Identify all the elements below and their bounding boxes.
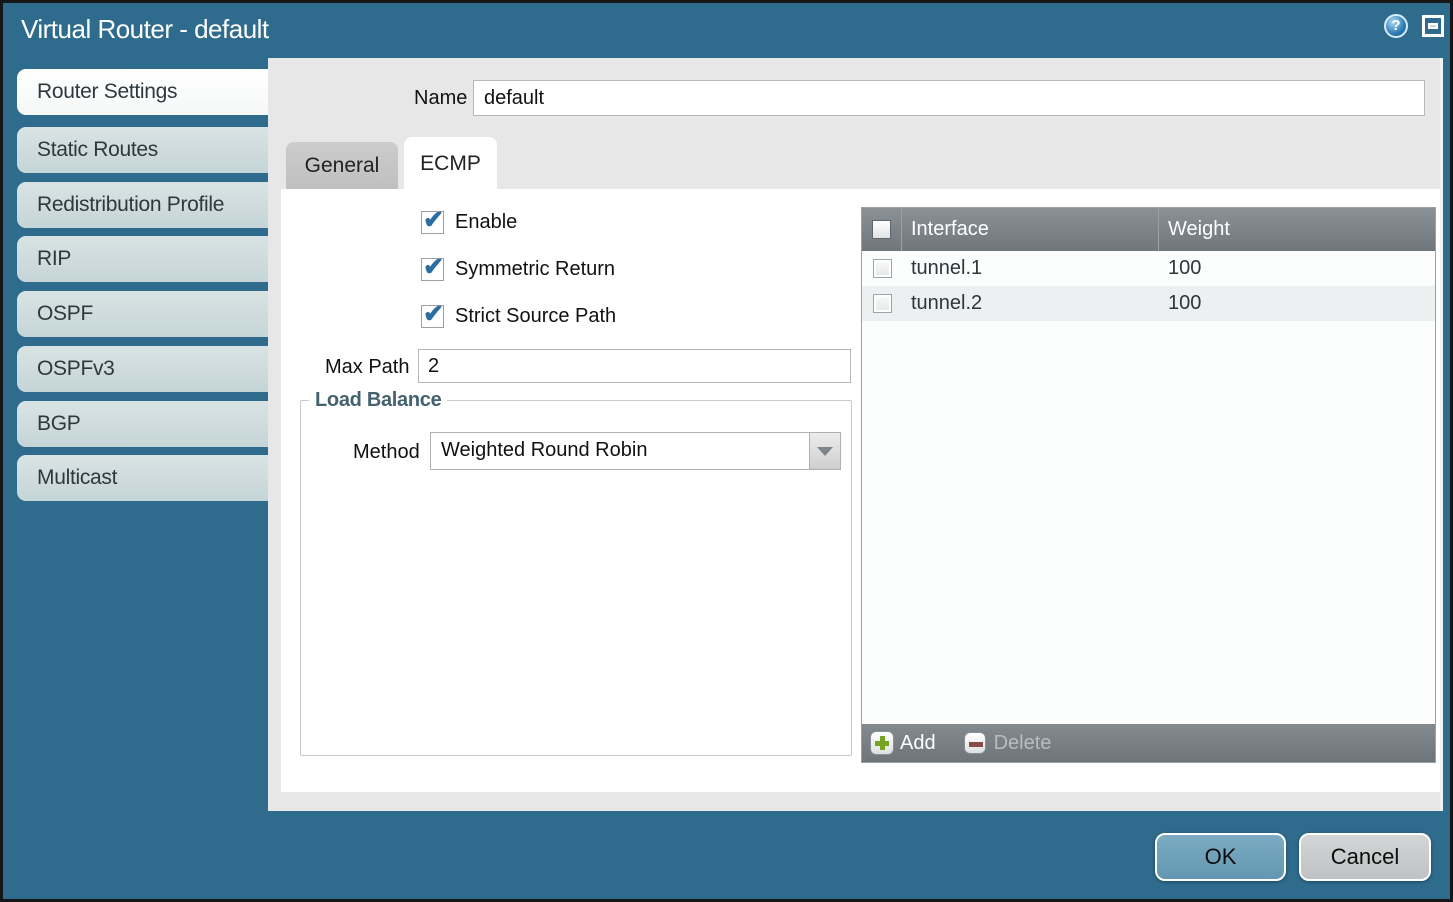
sidebar-item-multicast[interactable]: Multicast [17, 455, 268, 501]
plus-bar-v [880, 736, 885, 750]
sidebar-item-ospfv3[interactable]: OSPFv3 [17, 346, 268, 392]
row-checkbox[interactable] [873, 294, 892, 313]
strict-source-path-label: Strict Source Path [455, 305, 616, 328]
row-select-cell [862, 251, 902, 286]
weight-column-header: Weight [1159, 208, 1435, 251]
interface-cell[interactable]: tunnel.1 [902, 251, 1159, 286]
interface-table: Interface Weight tunnel.1 100 tunnel.2 1… [861, 207, 1436, 763]
weight-cell[interactable]: 100 [1159, 251, 1435, 286]
table-footer-bar: Add Delete [862, 724, 1435, 762]
symmetric-return-checkbox[interactable] [421, 258, 444, 281]
row-select-cell [862, 286, 902, 321]
titlebar: Virtual Router - default ? [3, 3, 1450, 58]
sidebar-item-redistribution-profile[interactable]: Redistribution Profile [17, 182, 268, 228]
window-restore-icon[interactable] [1422, 15, 1444, 37]
help-icon[interactable]: ? [1384, 14, 1408, 38]
enable-checkbox[interactable] [421, 211, 444, 234]
sidebar-item-rip[interactable]: RIP [17, 236, 268, 282]
sidebar-item-ospf[interactable]: OSPF [17, 291, 268, 337]
ok-button[interactable]: OK [1155, 833, 1286, 881]
dialog-title: Virtual Router - default [21, 14, 269, 45]
minus-bar [969, 742, 983, 747]
enable-label: Enable [455, 211, 517, 234]
load-balance-legend: Load Balance [309, 389, 447, 412]
select-all-checkbox[interactable] [872, 220, 891, 239]
virtual-router-dialog: { "window": { "title": "Virtual Router -… [0, 0, 1453, 902]
add-icon[interactable] [870, 731, 894, 755]
interface-column-header: Interface [902, 208, 1159, 251]
main-panel: Name General ECMP Enable Symmetric Retur… [268, 58, 1443, 811]
sidebar-item-router-settings[interactable]: Router Settings [17, 69, 268, 115]
name-input[interactable] [473, 80, 1425, 116]
table-row[interactable]: tunnel.1 100 [862, 251, 1435, 286]
delete-icon[interactable] [964, 732, 986, 754]
delete-button: Delete [994, 732, 1052, 755]
interface-cell[interactable]: tunnel.2 [902, 286, 1159, 321]
ecmp-tab-content: Enable Symmetric Return Strict Source Pa… [281, 189, 1440, 792]
max-path-input[interactable] [418, 349, 851, 383]
max-path-label: Max Path [325, 356, 409, 379]
strict-source-path-checkbox[interactable] [421, 305, 444, 328]
window-restore-icon-inner [1428, 23, 1438, 29]
table-header-row: Interface Weight [862, 208, 1435, 251]
tab-general[interactable]: General [286, 142, 398, 190]
weight-cell[interactable]: 100 [1159, 286, 1435, 321]
method-dropdown[interactable]: Weighted Round Robin [430, 432, 841, 470]
select-all-cell [862, 208, 902, 251]
add-button[interactable]: Add [900, 732, 936, 755]
chevron-down-icon[interactable] [809, 433, 840, 469]
sidebar-item-bgp[interactable]: BGP [17, 401, 268, 447]
method-label: Method [353, 441, 420, 464]
row-checkbox[interactable] [873, 259, 892, 278]
symmetric-return-label: Symmetric Return [455, 258, 615, 281]
name-label: Name [414, 87, 467, 110]
tab-ecmp[interactable]: ECMP [404, 137, 497, 190]
table-row[interactable]: tunnel.2 100 [862, 286, 1435, 321]
sidebar-item-static-routes[interactable]: Static Routes [17, 127, 268, 173]
method-selected-value: Weighted Round Robin [441, 439, 647, 462]
cancel-button[interactable]: Cancel [1299, 833, 1431, 881]
dropdown-triangle [817, 447, 833, 456]
